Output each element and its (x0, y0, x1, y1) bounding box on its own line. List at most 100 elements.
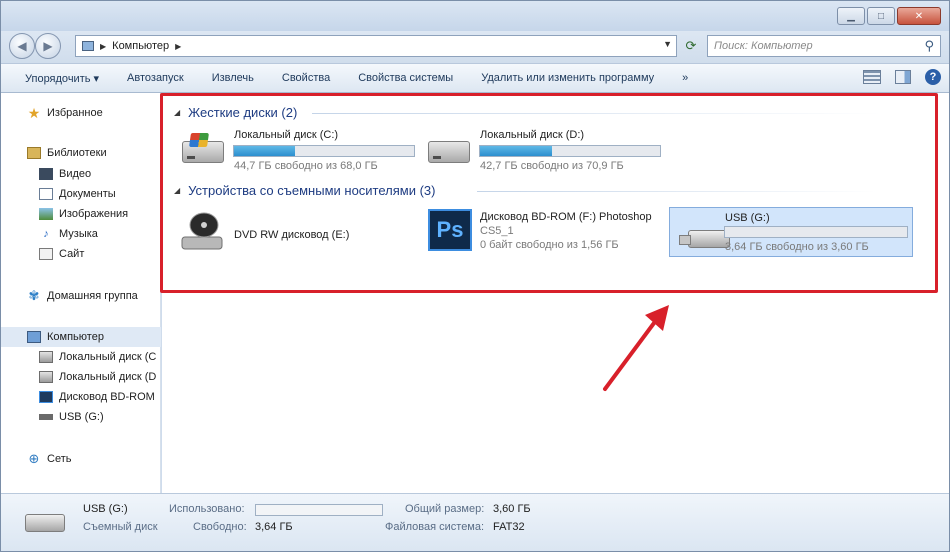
content-pane: ◢ Жесткие диски (2) Локальный диск (C:) … (162, 93, 949, 493)
details-total-value: 3,60 ГБ (493, 503, 531, 515)
sidebar-item-favorites[interactable]: ★ Избранное (1, 103, 161, 123)
uninstall-program-button[interactable]: Удалить или изменить программу (467, 72, 668, 84)
group-header-removable[interactable]: ◢ Устройства со съемными носителями (3) (174, 183, 436, 198)
forward-button[interactable]: ▶ (35, 33, 61, 59)
properties-button[interactable]: Свойства (268, 72, 344, 84)
nav-buttons: ◀ ▶ (9, 33, 61, 59)
computer-icon (82, 41, 94, 51)
sidebar-item-drive-d[interactable]: Локальный диск (D (1, 367, 161, 387)
breadcrumb-arrow-icon[interactable]: ▶ (100, 42, 106, 51)
sidebar-item-bd-rom[interactable]: Дисковод BD-ROM (1, 387, 161, 407)
address-dropdown-icon[interactable]: ▼ (663, 39, 672, 49)
drive-usage-bar (724, 226, 908, 238)
sidebar-item-images[interactable]: Изображения (1, 204, 161, 224)
drive-name: Локальный диск (C:) (234, 129, 339, 141)
group-divider (312, 113, 882, 114)
details-fs-label: Файловая система: (385, 521, 485, 533)
details-free-value: 3,64 ГБ (255, 521, 293, 533)
system-properties-button[interactable]: Свойства системы (344, 72, 467, 84)
dvd-drive-icon (181, 212, 223, 250)
details-total-label: Общий размер: (405, 503, 485, 515)
video-icon (39, 168, 53, 180)
address-bar[interactable]: ▶ Компьютер ▶ ▼ (75, 35, 677, 57)
sidebar-item-documents[interactable]: Документы (1, 184, 161, 204)
drive-tile-d[interactable]: Локальный диск (D:) 42,7 ГБ свободно из … (424, 129, 664, 173)
sidebar-item-usb[interactable]: USB (G:) (1, 407, 161, 427)
breadcrumb-computer[interactable]: Компьютер (112, 40, 169, 52)
drive-name: Дисковод BD-ROM (F:) Photoshop (480, 211, 652, 223)
minimize-button[interactable]: ▁ (837, 7, 865, 25)
back-button[interactable]: ◀ (9, 33, 35, 59)
maximize-button[interactable]: □ (867, 7, 895, 25)
autoplay-button[interactable]: Автозапуск (113, 72, 198, 84)
search-input[interactable]: Поиск: Компьютер ⚲ (707, 35, 941, 57)
sidebar-item-video[interactable]: Видео (1, 164, 161, 184)
drive-free-space: 3,64 ГБ свободно из 3,60 ГБ (725, 241, 869, 253)
eject-button[interactable]: Извлечь (198, 72, 268, 84)
homegroup-icon: ✾ (28, 288, 40, 303)
navigation-pane: ★ Избранное Библиотеки Видео Документы И… (1, 93, 161, 493)
title-bar: ▁ □ ✕ (1, 1, 949, 31)
drive-tile-dvd[interactable]: DVD RW дисковод (E:) (178, 209, 418, 257)
refresh-button[interactable]: ⟳ (681, 35, 701, 57)
details-name: USB (G:) (83, 503, 128, 515)
image-icon (39, 208, 53, 220)
window-controls: ▁ □ ✕ (837, 7, 941, 25)
sidebar-item-homegroup[interactable]: ✾ Домашняя группа (1, 286, 161, 306)
library-icon (27, 147, 41, 159)
photoshop-icon: Ps (428, 209, 472, 251)
optical-drive-icon (39, 391, 53, 403)
back-arrow-icon: ◀ (17, 39, 27, 53)
breadcrumb-arrow-icon[interactable]: ▶ (175, 42, 181, 51)
sidebar-item-site[interactable]: Сайт (1, 244, 161, 264)
address-row: ◀ ▶ ▶ Компьютер ▶ ▼ ⟳ Поиск: Компьютер ⚲ (1, 31, 949, 63)
group-header-hard-drives[interactable]: ◢ Жесткие диски (2) (174, 105, 297, 120)
network-icon: ⊕ (28, 451, 40, 466)
preview-pane-icon[interactable] (895, 70, 911, 84)
drive-tile-bd-rom[interactable]: Ps Дисковод BD-ROM (F:) Photoshop CS5_1 … (424, 207, 664, 257)
details-free-label: Свободно: (193, 521, 247, 533)
drive-free-space: 42,7 ГБ свободно из 70,9 ГБ (480, 160, 624, 172)
sidebar-item-computer[interactable]: Компьютер (1, 327, 161, 347)
sidebar-item-music[interactable]: ♪ Музыка (1, 224, 161, 244)
drive-tile-usb[interactable]: USB (G:) 3,64 ГБ свободно из 3,60 ГБ (669, 207, 913, 257)
drive-name: DVD RW дисковод (E:) (234, 229, 350, 241)
details-type: Съемный диск (83, 521, 158, 533)
drive-free-space: 44,7 ГБ свободно из 68,0 ГБ (234, 160, 378, 172)
organize-button[interactable]: Упорядочить ▾ (1, 72, 113, 85)
drive-usage-bar (479, 145, 661, 157)
usb-drive-icon (39, 414, 53, 420)
usb-drive-icon (25, 514, 65, 532)
windows-logo-icon (189, 133, 209, 147)
search-icon[interactable]: ⚲ (924, 38, 934, 54)
sidebar-item-network[interactable]: ⊕ Сеть (1, 449, 161, 469)
drive-free-space: 0 байт свободно из 1,56 ГБ (480, 239, 619, 251)
hard-drive-icon (39, 351, 53, 363)
change-view-icon[interactable] (863, 70, 881, 84)
collapse-triangle-icon[interactable]: ◢ (174, 186, 180, 195)
drive-label: CS5_1 (480, 225, 514, 237)
explorer-window: ▁ □ ✕ ◀ ▶ ▶ Компьютер ▶ ▼ ⟳ Поиск: Компь… (0, 0, 950, 552)
command-toolbar: Упорядочить ▾ Автозапуск Извлечь Свойств… (1, 63, 949, 93)
document-icon (39, 188, 53, 200)
collapse-triangle-icon[interactable]: ◢ (174, 108, 180, 117)
music-note-icon: ♪ (43, 228, 49, 240)
maximize-icon: □ (877, 10, 885, 22)
sidebar-item-libraries[interactable]: Библиотеки (1, 143, 161, 163)
help-icon[interactable]: ? (925, 69, 941, 85)
drive-usage-fill (480, 146, 552, 156)
drive-tile-c[interactable]: Локальный диск (C:) 44,7 ГБ свободно из … (178, 129, 418, 173)
group-divider (477, 191, 877, 192)
refresh-icon: ⟳ (685, 38, 697, 53)
sidebar-item-drive-c[interactable]: Локальный диск (C (1, 347, 161, 367)
close-icon: ✕ (914, 10, 924, 22)
drive-name: Локальный диск (D:) (480, 129, 585, 141)
drive-name: USB (G:) (725, 212, 770, 224)
close-button[interactable]: ✕ (897, 7, 941, 25)
forward-arrow-icon: ▶ (43, 39, 53, 53)
details-fs-value: FAT32 (493, 521, 525, 533)
details-used-label: Использовано: (169, 503, 245, 515)
hard-drive-icon (39, 371, 53, 383)
star-icon: ★ (27, 104, 41, 121)
more-commands-button[interactable]: » (668, 72, 702, 84)
